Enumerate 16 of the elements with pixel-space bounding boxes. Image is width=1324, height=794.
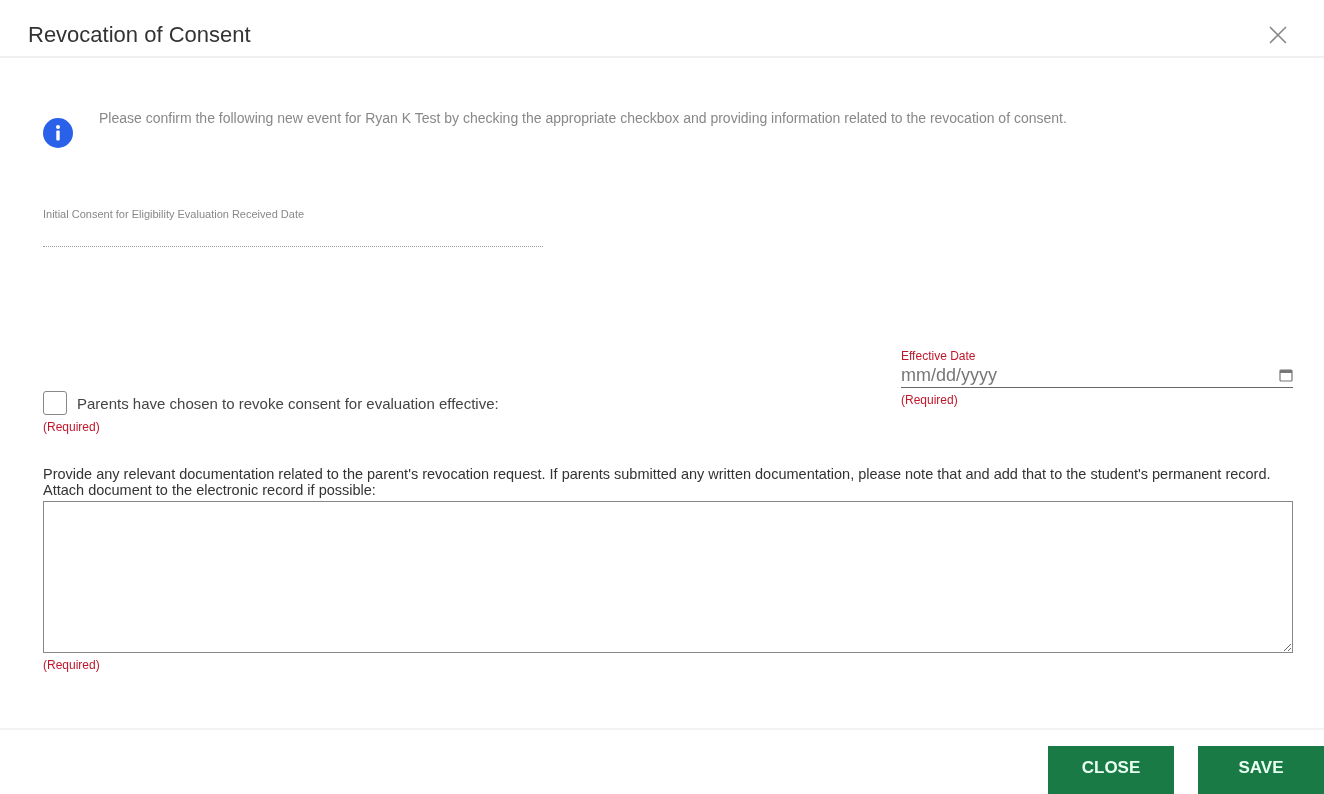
field-label: Initial Consent for Eligibility Evaluation Received Date <box>43 208 306 220</box>
checkbox[interactable] <box>43 391 67 415</box>
date-input[interactable]: mm/dd/yyyy <box>901 364 1279 386</box>
action-button[interactable]: CLOSE <box>1048 746 1174 794</box>
field-label: Effective Date <box>901 349 977 363</box>
required-note: (Required) <box>901 393 959 407</box>
checkbox-label: Parents have chosen to revoke consent for evaluation effective: <box>77 394 499 412</box>
action-button[interactable]: SAVE <box>1198 746 1324 794</box>
calendar-icon[interactable] <box>1279 368 1293 382</box>
dialog-title: Revocation of Consent <box>28 22 251 48</box>
info-message: Please confirm the following new event for Ryan K Test by checking the appropriate checkbox and providing information related to the revocation of consent. <box>99 110 1067 127</box>
field-label: Provide any relevant documentation related to the parent's revocation request. If parents submitted any written documentation, please note that and add that to the student's permanent record. Attach document to the electronic record if possible: <box>43 466 1272 498</box>
required-note: (Required) <box>43 658 101 672</box>
info-icon <box>43 118 73 148</box>
close-icon[interactable] <box>1268 25 1288 45</box>
required-note: (Required) <box>43 420 101 434</box>
